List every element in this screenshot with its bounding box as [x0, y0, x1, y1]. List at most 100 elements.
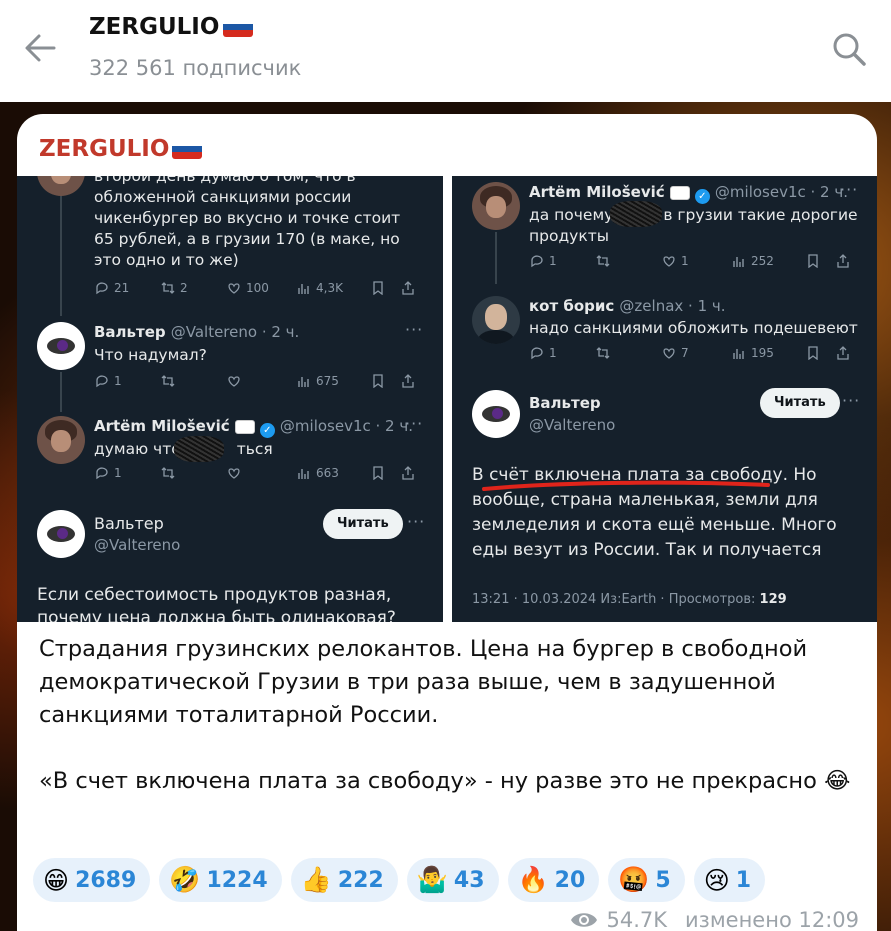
- bookmark-icon[interactable]: [371, 374, 385, 388]
- channel-header: ZERGULIO 322 561 подписчик: [0, 0, 891, 102]
- views-count: 675: [316, 374, 339, 388]
- tweet-view-count: 129: [759, 592, 787, 607]
- thread-line: [495, 232, 497, 284]
- tweet-text: второй день думаю о том, что в обложенно…: [94, 176, 401, 269]
- tweet-author[interactable]: Вальтер: [529, 394, 601, 412]
- tweet-author[interactable]: Вальтер: [94, 323, 166, 341]
- reaction-emoji: 🤬: [618, 865, 650, 894]
- more-icon[interactable]: ···: [840, 180, 858, 199]
- heart-icon[interactable]: [227, 466, 241, 480]
- retweet-icon[interactable]: [161, 466, 175, 480]
- reply-icon[interactable]: [95, 466, 109, 480]
- reaction-emoji: 👍: [300, 865, 332, 894]
- tweet-actions: 1 675: [95, 374, 415, 388]
- more-icon[interactable]: ···: [405, 320, 423, 339]
- bookmark-icon[interactable]: [371, 466, 385, 480]
- avatar: [472, 182, 520, 230]
- reply-count: 1: [549, 254, 557, 268]
- reaction-button[interactable]: 😁 2689: [33, 858, 151, 902]
- tweet-author[interactable]: Вальтер: [94, 514, 164, 533]
- search-icon[interactable]: [830, 30, 868, 68]
- retweet-icon[interactable]: [161, 281, 175, 295]
- reply-count: 1: [549, 346, 557, 360]
- tweet-timestamp: 13:21 · 10.03.2024 Из:Earth · Просмотров…: [472, 592, 760, 607]
- tweet-handle: @Valtereno · 2 ч.: [170, 323, 300, 341]
- reaction-count: 1: [735, 867, 752, 893]
- reply-count: 21: [114, 281, 130, 295]
- tweet-handle: @Valtereno: [94, 536, 181, 554]
- retweet-icon[interactable]: [161, 374, 175, 388]
- bookmark-icon[interactable]: [371, 281, 385, 295]
- heart-icon[interactable]: [662, 346, 676, 360]
- verified-icon: ✓: [694, 189, 710, 204]
- tweet-author[interactable]: Artëm Milošević: [529, 183, 665, 201]
- avatar: [472, 296, 520, 344]
- avatar: [472, 390, 520, 438]
- reply-count: 1: [114, 466, 122, 480]
- share-icon[interactable]: [401, 466, 415, 480]
- tweet-text: Что надумал?: [94, 346, 207, 364]
- views-count: 4,3K: [316, 281, 343, 295]
- post-card[interactable]: ZERGULIO второй день думаю о том, что в …: [17, 114, 877, 931]
- more-icon[interactable]: ···: [407, 512, 425, 531]
- israel-flag-icon: [234, 419, 255, 434]
- left-tweet-screenshot[interactable]: второй день думаю о том, что в обложенно…: [17, 176, 443, 622]
- views-count: 252: [751, 254, 774, 268]
- tweet-actions: 1 663: [95, 466, 415, 480]
- heart-icon[interactable]: [662, 254, 676, 268]
- share-icon[interactable]: [836, 346, 850, 360]
- tweet-text-part: ться: [236, 440, 273, 458]
- post-author[interactable]: ZERGULIO: [39, 136, 203, 162]
- reaction-button[interactable]: 🤷‍♂️ 43: [406, 858, 499, 902]
- reaction-button[interactable]: 🔥 20: [507, 858, 600, 902]
- share-icon[interactable]: [836, 254, 850, 268]
- reaction-emoji: 🤷‍♂️: [416, 865, 448, 894]
- tweet-handle: @milosev1c · 2 ч.: [279, 417, 414, 435]
- views-icon: [298, 377, 309, 387]
- reaction-emoji: 😢: [703, 865, 730, 895]
- tweet-actions: 21 2 100 4,3K: [95, 281, 415, 295]
- reply-icon[interactable]: [95, 374, 109, 388]
- tweet-actions: 1 7 195: [530, 346, 850, 360]
- eye-icon: [571, 913, 598, 927]
- tweet-text: да почему в грузии такие дорогие продукты: [529, 205, 859, 247]
- bookmark-icon[interactable]: [806, 346, 820, 360]
- reaction-button[interactable]: 👍 222: [290, 858, 398, 902]
- follow-button[interactable]: Читать: [323, 509, 403, 539]
- heart-icon[interactable]: [227, 374, 241, 388]
- follow-button[interactable]: Читать: [760, 388, 840, 418]
- like-count: 7: [681, 346, 689, 360]
- bookmark-icon[interactable]: [806, 254, 820, 268]
- tweet-header: Artëm Milošević ✓ @milosev1c · 2 ч.: [94, 416, 413, 438]
- tweet-text-part: да почему: [529, 206, 614, 224]
- views-icon: [298, 469, 309, 479]
- views-count: 195: [751, 346, 774, 360]
- retweet-icon[interactable]: [596, 254, 610, 268]
- more-icon[interactable]: ···: [842, 391, 860, 410]
- reaction-button[interactable]: 😢 1: [693, 858, 766, 902]
- edited-time: изменено 12:09: [685, 908, 859, 931]
- channel-title[interactable]: ZERGULIO: [89, 14, 254, 40]
- right-tweet-screenshot[interactable]: Artëm Milošević ✓ @milosev1c · 2 ч. ··· …: [452, 176, 877, 622]
- reaction-button[interactable]: 🤬 5: [608, 858, 685, 902]
- tweet-author[interactable]: Artëm Milošević: [94, 417, 230, 435]
- reaction-button[interactable]: 🤣 1224: [159, 858, 282, 902]
- reply-icon[interactable]: [530, 346, 544, 360]
- reply-icon[interactable]: [95, 281, 109, 295]
- avatar: [37, 416, 85, 464]
- retweet-icon[interactable]: [596, 346, 610, 360]
- tweet-header: кот борис @zelnax · 1 ч.: [529, 296, 726, 315]
- post-paragraph: «В счет включена плата за свободу» - ну …: [39, 768, 851, 794]
- reaction-emoji: 🔥: [517, 865, 549, 894]
- reaction-count: 20: [554, 867, 586, 893]
- reaction-count: 2689: [75, 867, 137, 893]
- reply-icon[interactable]: [530, 254, 544, 268]
- tweet-author[interactable]: кот борис: [529, 297, 614, 315]
- share-icon[interactable]: [401, 374, 415, 388]
- more-icon[interactable]: ···: [405, 414, 423, 433]
- arrow-left-icon[interactable]: [20, 28, 60, 68]
- tweet-header: Вальтер @Valtereno · 2 ч.: [94, 322, 299, 341]
- heart-icon[interactable]: [227, 281, 241, 295]
- scribble-redaction: [610, 201, 662, 227]
- share-icon[interactable]: [401, 281, 415, 295]
